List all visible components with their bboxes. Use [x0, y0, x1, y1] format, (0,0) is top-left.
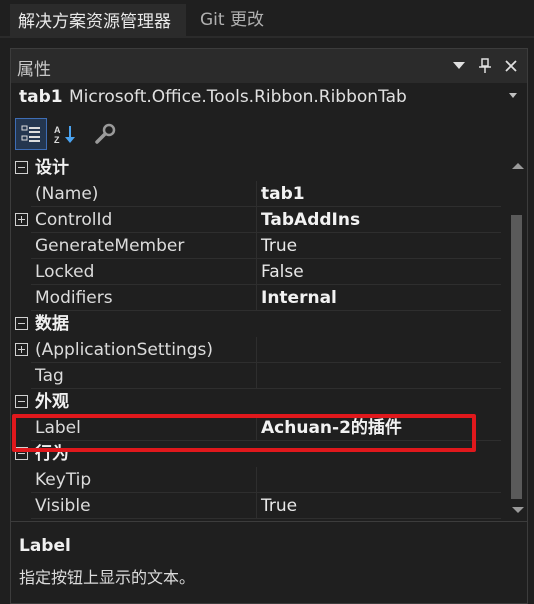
- category-row[interactable]: 行为: [11, 441, 505, 467]
- wrench-icon[interactable]: [89, 118, 121, 150]
- svg-text:Z: Z: [54, 135, 60, 144]
- category-label: 数据: [35, 314, 69, 334]
- object-name: tab1: [19, 87, 63, 107]
- expand-icon[interactable]: [15, 343, 28, 356]
- expand-icon[interactable]: [15, 213, 28, 226]
- chevron-down-icon[interactable]: [509, 93, 517, 98]
- property-row[interactable]: Locked False: [11, 259, 505, 285]
- category-row[interactable]: 设计: [11, 155, 505, 181]
- property-value[interactable]: [257, 337, 501, 363]
- scroll-thumb[interactable]: [511, 215, 522, 499]
- scroll-down-icon[interactable]: [512, 507, 524, 513]
- tab-git-changes[interactable]: Git 更改: [192, 4, 272, 36]
- scroll-up-icon[interactable]: [512, 163, 524, 169]
- row-gutter: [11, 207, 31, 233]
- collapse-icon[interactable]: [15, 447, 28, 460]
- window-position-dropdown-icon[interactable]: [447, 54, 471, 78]
- property-name: Label: [31, 415, 257, 441]
- svg-text:A: A: [54, 125, 61, 135]
- collapse-icon[interactable]: [15, 161, 28, 174]
- pin-icon[interactable]: [473, 54, 497, 78]
- property-name: KeyTip: [31, 467, 257, 493]
- property-name: Visible: [31, 493, 257, 519]
- categorized-icon[interactable]: [15, 118, 47, 150]
- property-value[interactable]: TabAddIns: [257, 207, 501, 233]
- property-value[interactable]: [257, 467, 501, 493]
- object-type: Microsoft.Office.Tools.Ribbon.RibbonTab: [69, 87, 407, 107]
- property-value[interactable]: True: [257, 233, 501, 259]
- property-name: (Name): [31, 181, 257, 207]
- row-gutter: [11, 337, 31, 363]
- alphabetical-icon[interactable]: A Z: [49, 118, 81, 150]
- tab-solution-explorer[interactable]: 解决方案资源管理器: [10, 4, 186, 36]
- collapse-icon[interactable]: [15, 317, 28, 330]
- property-value[interactable]: Achuan-2的插件: [257, 415, 501, 441]
- property-grid: 设计 (Name) tab1 ControlId TabAddIns GenerateMe…: [11, 155, 505, 521]
- property-row[interactable]: ControlId TabAddIns: [11, 207, 505, 233]
- property-row[interactable]: Modifiers Internal: [11, 285, 505, 311]
- collapse-icon[interactable]: [15, 395, 28, 408]
- row-gutter: [11, 259, 31, 285]
- row-gutter: [11, 285, 31, 311]
- category-label: 设计: [35, 158, 69, 178]
- property-name: GenerateMember: [31, 233, 257, 259]
- row-gutter: [11, 363, 31, 389]
- property-name: (ApplicationSettings): [31, 337, 257, 363]
- category-label: 外观: [35, 392, 69, 412]
- property-row[interactable]: Tag: [11, 363, 505, 389]
- category-row[interactable]: 外观: [11, 389, 505, 415]
- property-row[interactable]: Visible True: [11, 493, 505, 519]
- description-title: Label: [19, 536, 71, 556]
- vertical-scrollbar[interactable]: [507, 155, 527, 521]
- property-row[interactable]: GenerateMember True: [11, 233, 505, 259]
- property-value[interactable]: Internal: [257, 285, 501, 311]
- object-selector[interactable]: tab1 Microsoft.Office.Tools.Ribbon.Ribbo…: [11, 83, 527, 115]
- property-name: ControlId: [31, 207, 257, 233]
- property-row[interactable]: (Name) tab1: [11, 181, 505, 207]
- close-icon[interactable]: [499, 54, 523, 78]
- row-gutter: [11, 181, 31, 207]
- tool-window-tab-strip: 解决方案资源管理器 Git 更改: [0, 0, 534, 38]
- category-label: 行为: [35, 444, 69, 464]
- category-row[interactable]: 数据: [11, 311, 505, 337]
- panel-title: 属性: [17, 60, 51, 80]
- row-gutter: [11, 233, 31, 259]
- row-gutter: [11, 467, 31, 493]
- property-name: Tag: [31, 363, 257, 389]
- description-pane: Label 指定按钮上显示的文本。: [11, 521, 527, 603]
- description-text: 指定按钮上显示的文本。: [19, 568, 196, 587]
- tab-strip-divider: [0, 36, 534, 38]
- property-value[interactable]: tab1: [257, 181, 501, 207]
- properties-title-bar: 属性: [11, 49, 527, 83]
- property-name: Modifiers: [31, 285, 257, 311]
- property-row[interactable]: KeyTip: [11, 467, 505, 493]
- row-gutter: [11, 493, 31, 519]
- properties-panel: 属性 tab1 Microsoft.Office.Tools.Ribbon.Ri…: [10, 48, 528, 604]
- property-name: Locked: [31, 259, 257, 285]
- property-row[interactable]: (ApplicationSettings): [11, 337, 505, 363]
- property-value[interactable]: True: [257, 493, 501, 519]
- property-row[interactable]: Label Achuan-2的插件: [11, 415, 505, 441]
- properties-toolbar: A Z: [11, 115, 527, 153]
- property-value[interactable]: False: [257, 259, 501, 285]
- property-value[interactable]: [257, 363, 501, 389]
- row-gutter: [11, 415, 31, 441]
